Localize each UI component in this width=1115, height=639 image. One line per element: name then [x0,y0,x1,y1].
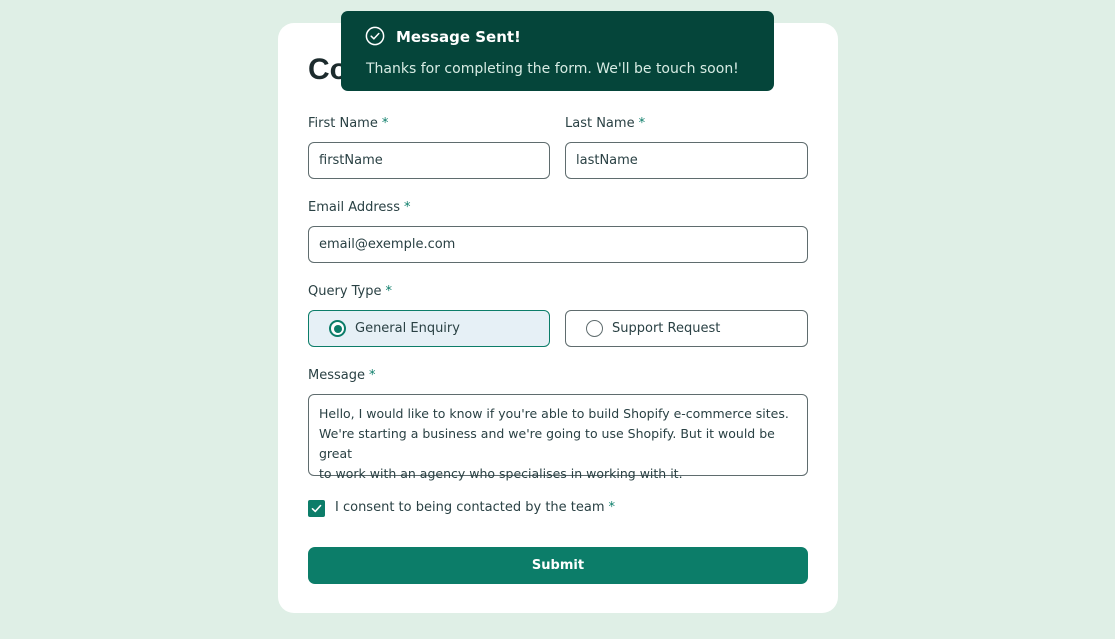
required-mark: * [608,500,616,515]
message-textarea[interactable]: Hello, I would like to know if you're ab… [308,394,808,481]
success-toast: Message Sent! Thanks for completing the … [341,11,774,91]
consent-label-text: I consent to being contacted by the team [335,500,605,515]
required-mark: * [385,284,393,299]
email-label: Email Address * [308,200,410,215]
first-name-label-text: First Name [308,116,378,131]
last-name-label: Last Name * [565,116,645,131]
message-label-text: Message [308,368,365,383]
email-label-text: Email Address [308,200,400,215]
contact-form-card: Contact Us First Name* firstName Last Na… [278,23,838,613]
radio-general-enquiry[interactable]: General Enquiry [308,310,550,347]
consent-checkbox[interactable] [308,500,325,517]
message-label: Message * [308,368,375,383]
radio-support-request[interactable]: Support Request [565,310,808,347]
toast-message: Thanks for completing the form. We'll be… [366,61,739,77]
first-name-label: First Name * [308,116,388,131]
query-type-label: Query Type * [308,284,392,299]
email-input[interactable]: email@exemple.com [308,226,808,263]
required-mark: * [638,116,646,131]
consent-label: I consent to being contacted by the team… [335,500,615,515]
radio-selected-icon[interactable] [329,320,346,337]
radio-general-enquiry-label: General Enquiry [355,321,460,336]
radio-support-request-label: Support Request [612,321,721,336]
toast-title: Message Sent! [396,28,521,46]
last-name-input[interactable]: lastName [565,142,808,179]
required-mark: * [403,200,411,215]
submit-button[interactable]: Submit [308,547,808,584]
radio-unselected-icon[interactable] [586,320,603,337]
query-type-label-text: Query Type [308,284,382,299]
checkmark-icon [311,504,322,513]
check-circle-icon [365,26,385,46]
first-name-input[interactable]: firstName [308,142,550,179]
last-name-label-text: Last Name [565,116,635,131]
required-mark: * [381,116,389,131]
required-mark: * [368,368,376,383]
